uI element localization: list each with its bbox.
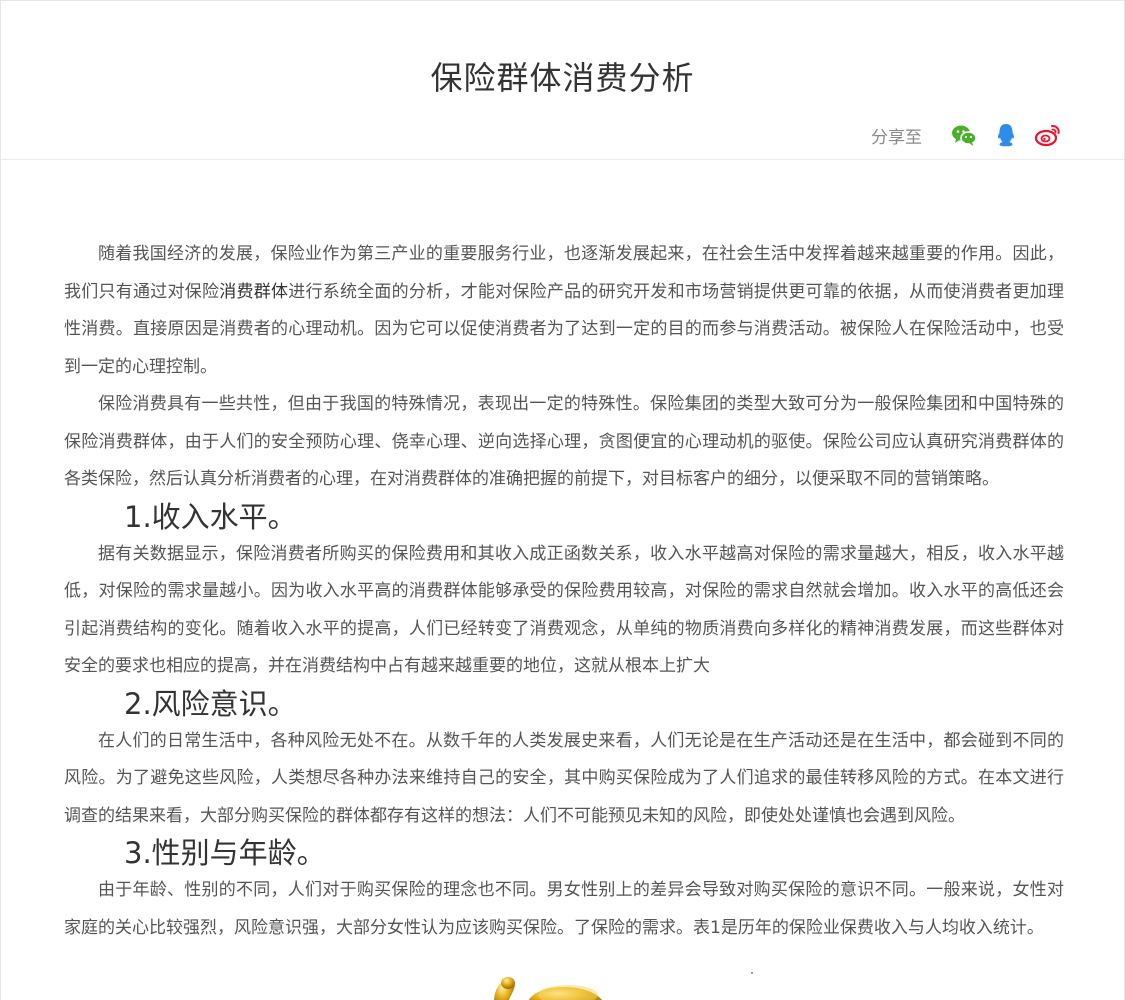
- paragraph: 随着我国经济的发展，保险业作为第三产业的重要服务行业，也逐渐发展起来，在社会生活…: [64, 244, 1065, 377]
- section-heading: 3.性别与年龄。: [124, 836, 326, 870]
- section-heading: 2.风险意识。: [124, 686, 297, 721]
- page-title: 保险群体消费分析: [430, 59, 695, 97]
- article-illustration: [486, 969, 616, 1000]
- qq-icon[interactable]: [992, 121, 1020, 149]
- weibo-icon[interactable]: [1034, 121, 1062, 149]
- paragraph: 据有关数据显示，保险消费者所购买的保险费用和其收入成正函数关系，收入水平越高对保…: [64, 543, 1064, 677]
- share-bar: 分享至: [871, 121, 1062, 149]
- article-body: 随着我国经济的发展，保险业作为第三产业的重要服务行业，也逐渐发展起来，在社会生活…: [64, 236, 1064, 947]
- decorative-dot: [751, 972, 753, 974]
- section-heading: 1.收入水平。: [124, 499, 297, 534]
- article-header: 保险群体消费分析 分享至: [1, 1, 1124, 160]
- article-page: 保险群体消费分析 分享至 随着我国经济的发展，保险业作为第三产业的重要服务行业，…: [0, 0, 1125, 1000]
- wechat-icon[interactable]: [950, 121, 978, 149]
- paragraph: 由于年龄、性别的不同，人们对于购买保险的理念也不同。男女性别上的差异会导致对购买…: [64, 880, 1064, 938]
- keyword-link[interactable]: 消费群体: [219, 282, 288, 302]
- paragraph: 保险消费具有一些共性，但由于我国的特殊情况，表现出一定的特殊性。保险集团的类型大…: [64, 394, 1064, 489]
- paragraph: 在人们的日常生活中，各种风险无处不在。从数千年的人类发展史来看，人们无论是在生产…: [64, 730, 1064, 826]
- share-label: 分享至: [871, 127, 922, 148]
